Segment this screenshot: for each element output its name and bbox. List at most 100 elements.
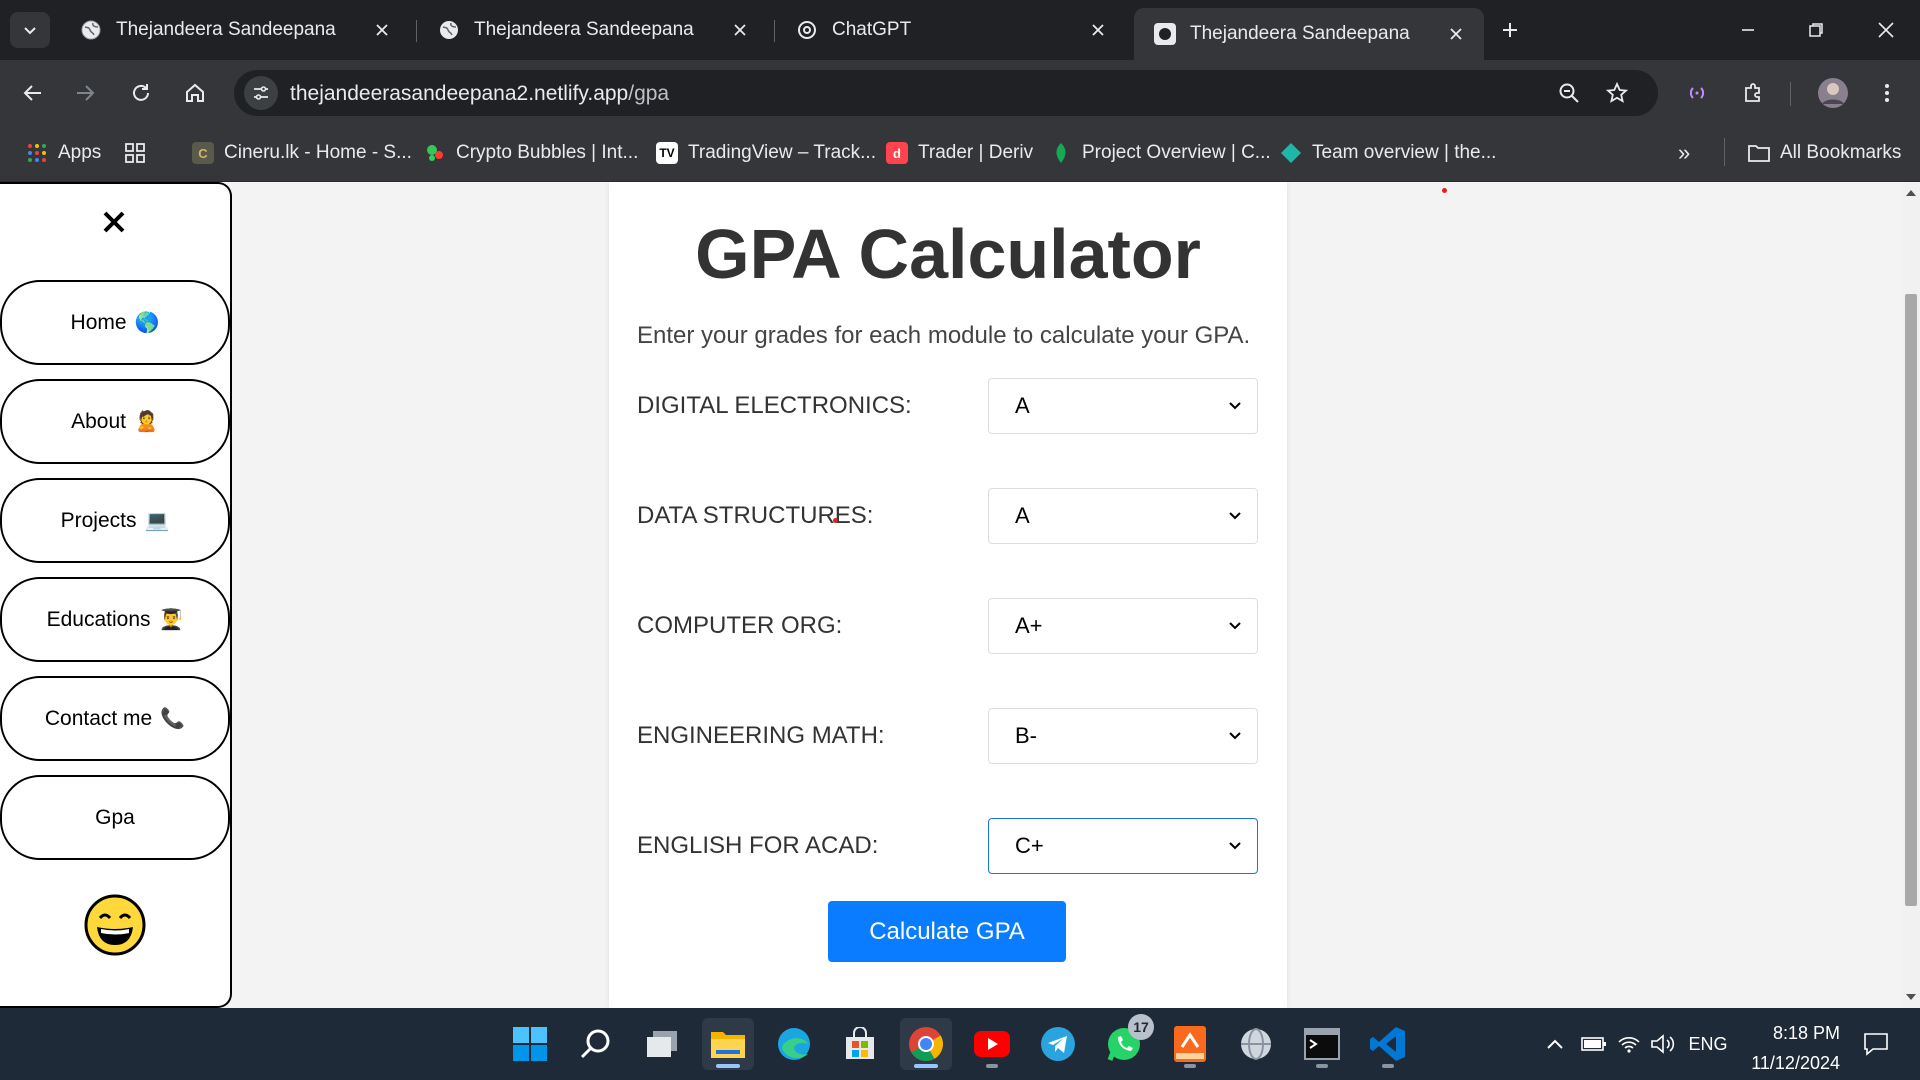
bookmark-star-icon[interactable] <box>1602 78 1632 108</box>
telegram-icon <box>1041 1027 1075 1061</box>
battery-icon <box>1581 1037 1606 1051</box>
grid-icon <box>124 142 146 164</box>
grade-select-english-for-acad[interactable]: C+ <box>988 818 1258 874</box>
chatgpt-icon <box>796 19 818 41</box>
search-icon <box>580 1029 610 1059</box>
taskbar-vscode[interactable] <box>1362 1018 1414 1070</box>
nav-gpa[interactable]: Gpa <box>0 775 230 860</box>
nav-label: Contact me <box>44 706 153 730</box>
bookmark-project-overview[interactable]: Project Overview | C... <box>1050 138 1271 168</box>
calculate-gpa-button[interactable]: Calculate GPA <box>828 901 1066 962</box>
avatar-icon <box>1818 78 1848 108</box>
forward-button[interactable] <box>66 74 104 112</box>
notifications-button[interactable] <box>1856 1030 1896 1058</box>
start-button[interactable] <box>504 1018 556 1070</box>
browser-tab-1[interactable]: Thejandeera Sandeepana <box>60 8 410 52</box>
bookmark-team-overview[interactable]: Team overview | the... <box>1280 138 1496 168</box>
grade-select-data-structures[interactable]: A <box>988 488 1258 544</box>
chrome-icon <box>909 1027 943 1061</box>
taskbar-cmd[interactable] <box>1296 1018 1348 1070</box>
home-button[interactable] <box>176 74 214 112</box>
browser-toolbar: thejandeerasandeepana2.netlify.app/gpa <box>0 60 1920 126</box>
nav-label: Home <box>70 310 127 334</box>
bookmark-label: Team overview | the... <box>1312 142 1497 163</box>
nav-home[interactable]: Home 🌎 <box>0 280 230 365</box>
bookmarks-overflow-button[interactable]: » <box>1678 138 1690 168</box>
bookmark-apps[interactable]: Apps <box>26 138 101 168</box>
close-icon <box>1878 22 1894 38</box>
taskbar-whatsapp[interactable]: 17 <box>1098 1014 1154 1070</box>
nav-projects[interactable]: Projects 💻 <box>0 478 230 563</box>
scroll-down-arrow-icon[interactable] <box>1906 994 1916 1000</box>
taskbar-microsoft-store[interactable] <box>834 1018 886 1070</box>
window-close-button[interactable] <box>1862 10 1910 50</box>
wifi-icon <box>1618 1037 1640 1053</box>
bookmarks-bar: Apps C Cineru.lk - Home - S... Crypto Bu… <box>0 126 1920 292</box>
battery-button[interactable] <box>1578 1030 1610 1058</box>
nav-label: About <box>71 409 126 433</box>
all-bookmarks-button[interactable]: All Bookmarks <box>1748 138 1901 168</box>
chevron-down-icon <box>1229 842 1241 850</box>
taskbar-app-globe[interactable] <box>1230 1018 1282 1070</box>
taskbar-chrome[interactable] <box>900 1018 952 1070</box>
close-icon[interactable] <box>368 16 396 44</box>
sidebar-close-button[interactable] <box>96 204 132 240</box>
minimize-button[interactable] <box>1724 10 1772 50</box>
page-scrollbar[interactable] <box>1902 182 1920 1008</box>
youtube-icon <box>974 1031 1010 1057</box>
tab-groups-button[interactable] <box>124 138 156 168</box>
module-label: ENGINEERING MATH: <box>637 722 885 749</box>
address-bar[interactable]: thejandeerasandeepana2.netlify.app/gpa <box>234 70 1658 116</box>
tab-search-button[interactable] <box>10 12 50 48</box>
nav-about[interactable]: About 🙎 <box>0 379 230 464</box>
scrollbar-thumb[interactable] <box>1905 294 1917 906</box>
close-icon[interactable] <box>1442 20 1470 48</box>
new-tab-button[interactable] <box>1494 14 1526 46</box>
close-icon[interactable] <box>1084 16 1112 44</box>
taskbar-clock[interactable]: 8:18 PM 11/12/2024 <box>1720 1018 1840 1078</box>
browser-tab-active[interactable]: Thejandeera Sandeepana <box>1134 8 1484 60</box>
profile-avatar[interactable] <box>1814 74 1852 112</box>
extension-button[interactable] <box>1678 74 1716 112</box>
scroll-up-arrow-icon[interactable] <box>1906 190 1916 196</box>
project-leaf-icon <box>1050 142 1072 164</box>
bookmark-cineru[interactable]: C Cineru.lk - Home - S... <box>192 138 412 168</box>
tray-overflow-button[interactable] <box>1540 1030 1570 1058</box>
bookmark-crypto-bubbles[interactable]: Crypto Bubbles | Int... <box>424 138 638 168</box>
taskbar-reader[interactable] <box>1164 1018 1216 1070</box>
zoom-icon[interactable] <box>1554 78 1584 108</box>
grade-select-computer-org[interactable]: A+ <box>988 598 1258 654</box>
reload-button[interactable] <box>122 74 160 112</box>
select-value: A <box>1015 393 1030 418</box>
module-label: DIGITAL ELECTRONICS: <box>637 392 912 419</box>
bookmark-deriv[interactable]: d Trader | Deriv <box>886 138 1033 168</box>
restore-button[interactable] <box>1792 10 1840 50</box>
task-view-button[interactable] <box>636 1018 688 1070</box>
extensions-button[interactable] <box>1734 74 1772 112</box>
grade-select-engineering-math[interactable]: B- <box>988 708 1258 764</box>
bookmark-tradingview[interactable]: TV TradingView – Track... <box>656 138 876 168</box>
bookmark-label: TradingView – Track... <box>688 142 876 163</box>
grade-select-digital-electronics[interactable]: A <box>988 378 1258 434</box>
volume-button[interactable] <box>1648 1030 1678 1058</box>
running-indicator <box>1184 1064 1196 1068</box>
wifi-button[interactable] <box>1614 1030 1644 1058</box>
nav-educations[interactable]: Educations 👨‍🎓 <box>0 577 230 662</box>
taskbar-edge[interactable] <box>768 1018 820 1070</box>
taskbar-youtube[interactable] <box>966 1018 1018 1070</box>
notification-icon <box>1864 1033 1888 1056</box>
browser-tab-2[interactable]: Thejandeera Sandeepana <box>418 8 768 52</box>
taskbar-search-button[interactable] <box>570 1018 622 1070</box>
site-info-icon[interactable] <box>244 76 278 110</box>
back-button[interactable] <box>14 74 52 112</box>
bookmark-label: Trader | Deriv <box>918 142 1034 163</box>
notification-badge: 17 <box>1128 1014 1154 1040</box>
nav-contact[interactable]: Contact me 📞 <box>0 676 230 761</box>
browser-tab-chatgpt[interactable]: ChatGPT <box>776 8 1126 52</box>
taskbar-telegram[interactable] <box>1032 1018 1084 1070</box>
menu-button[interactable] <box>1868 74 1906 112</box>
tradingview-icon: TV <box>656 142 678 164</box>
close-icon[interactable] <box>726 16 754 44</box>
taskbar-file-explorer[interactable] <box>702 1018 754 1070</box>
home-icon <box>186 83 204 102</box>
